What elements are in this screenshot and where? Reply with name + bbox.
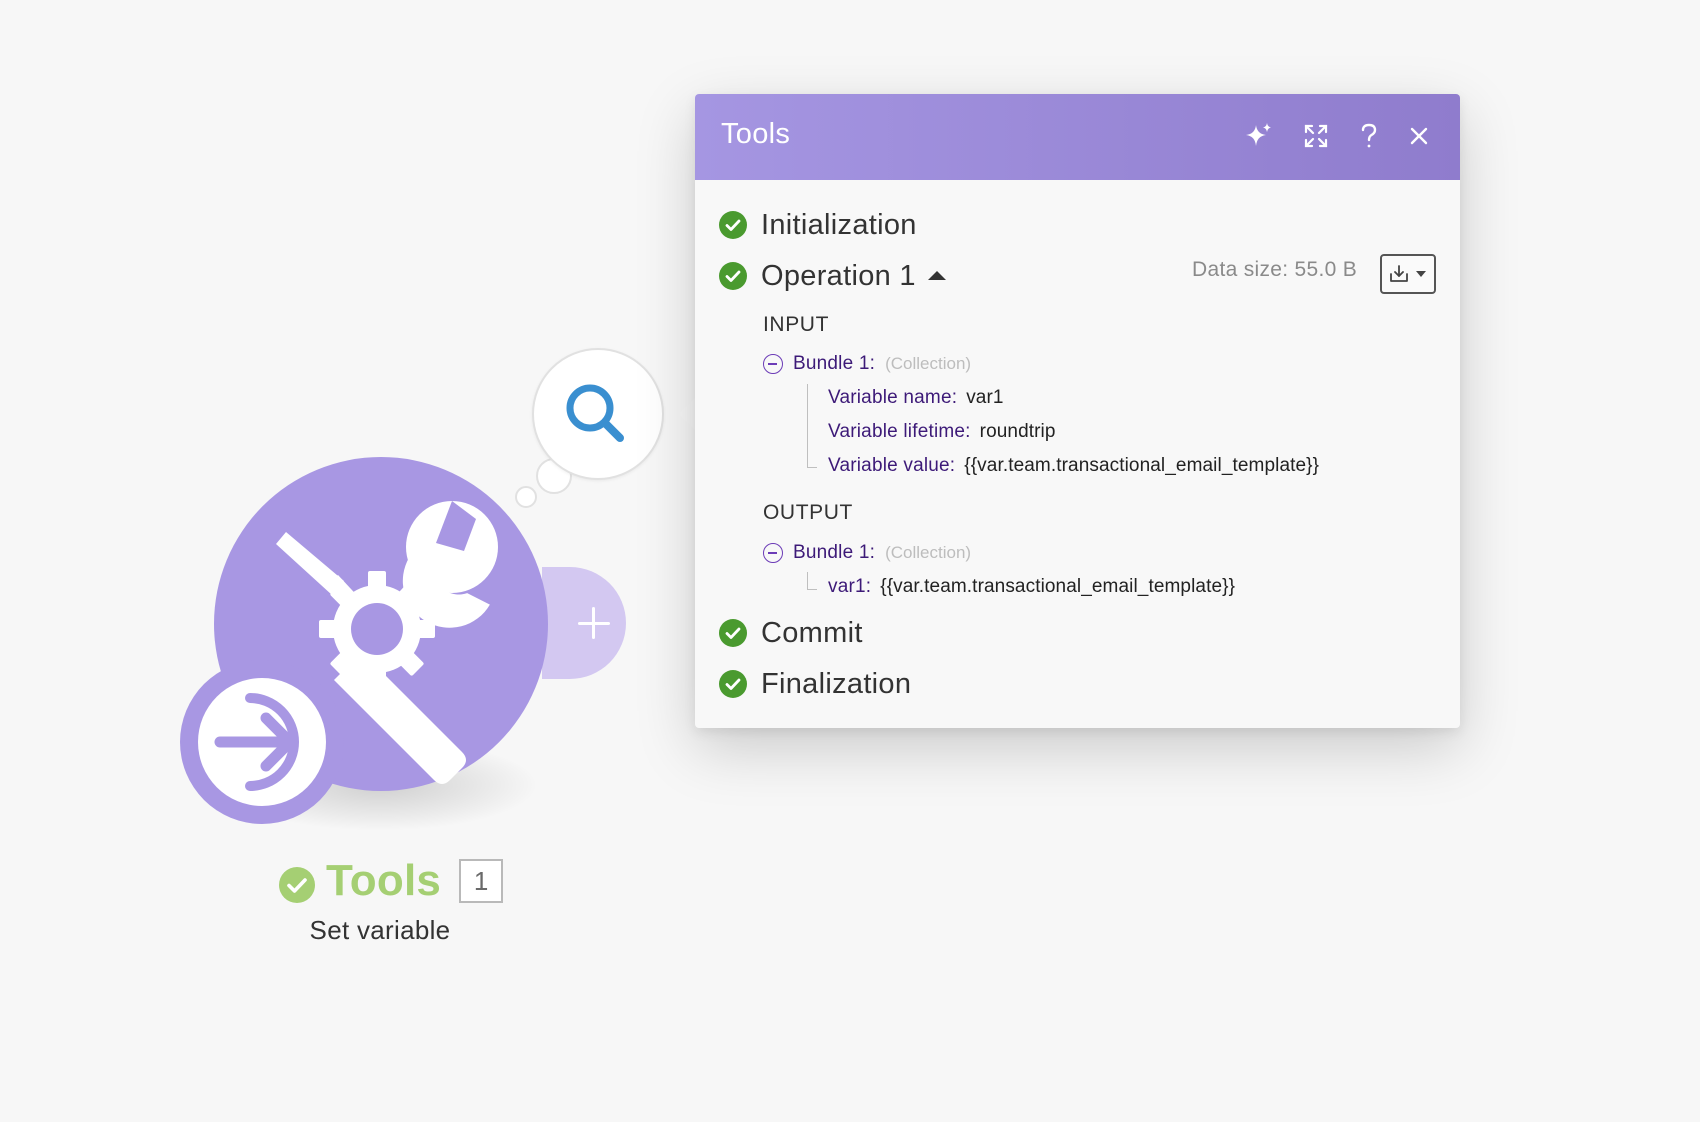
data-size: Data size: 55.0 B [1192, 258, 1358, 281]
tree-line [807, 572, 808, 590]
input-bundle: Bundle 1: (Collection) [763, 350, 971, 378]
field-key: Variable name: [828, 387, 958, 408]
tree-line [807, 384, 808, 468]
phase-initialization: Initialization [719, 207, 917, 243]
module-subtitle: Set variable [309, 915, 451, 945]
collapse-caret-icon[interactable] [927, 270, 946, 280]
sparkle-button[interactable] [1241, 118, 1277, 154]
module-title: Tools [326, 856, 442, 905]
phase-operation[interactable]: Operation 1 [719, 258, 946, 294]
field-key: var1: [828, 576, 872, 597]
bundle-label: Bundle 1: [793, 353, 876, 374]
trigger-badge[interactable] [180, 660, 344, 824]
success-check-icon [719, 670, 747, 698]
panel-title: Tools [721, 118, 791, 150]
download-dropdown-button[interactable] [1380, 254, 1436, 294]
success-check-icon [719, 262, 747, 290]
close-button[interactable] [1401, 118, 1437, 154]
success-check-icon [719, 211, 747, 239]
field-key: Variable lifetime: [828, 421, 971, 442]
download-icon [1390, 265, 1408, 282]
field-variable-value[interactable]: Variable value: {{var.team.transactional… [828, 452, 1319, 480]
inspect-bubble-button[interactable] [532, 348, 664, 480]
field-variable-name[interactable]: Variable name: var1 [828, 384, 1004, 412]
bundle-type: (Collection) [885, 543, 972, 562]
output-bundle: Bundle 1: (Collection) [763, 539, 971, 567]
field-value: {{var.team.transactional_email_template}… [880, 576, 1236, 597]
trigger-icon [198, 678, 326, 806]
phase-label: Operation 1 [761, 259, 916, 292]
field-value: var1 [966, 387, 1004, 408]
bundle-label: Bundle 1: [793, 542, 876, 563]
success-check-icon [719, 619, 747, 647]
panel-header: Tools [695, 94, 1460, 180]
panel-pointer [678, 397, 696, 431]
phase-commit: Commit [719, 615, 863, 651]
bubble-dot [515, 486, 537, 508]
tree-branch [807, 589, 817, 590]
phase-label: Commit [761, 616, 863, 649]
help-icon [1361, 123, 1377, 148]
search-icon [566, 384, 624, 442]
field-key: Variable value: [828, 455, 956, 476]
field-value: roundtrip [979, 421, 1056, 442]
phase-finalization: Finalization [719, 666, 911, 702]
field-variable-lifetime[interactable]: Variable lifetime: roundtrip [828, 418, 1056, 446]
output-heading: OUTPUT [763, 501, 853, 524]
operations-count-badge[interactable]: 1 [459, 859, 504, 903]
phase-label: Initialization [761, 208, 917, 241]
expand-icon [1304, 124, 1328, 148]
chevron-down-icon [1416, 271, 1426, 277]
help-button[interactable] [1351, 118, 1387, 154]
phase-label: Finalization [761, 667, 912, 700]
bundle-type: (Collection) [885, 354, 972, 373]
add-module-button[interactable] [542, 567, 626, 679]
field-value: {{var.team.transactional_email_template}… [964, 455, 1320, 476]
tree-branch [807, 467, 817, 468]
collapse-icon[interactable] [763, 543, 783, 563]
module-label: Tools 1 [278, 855, 504, 907]
close-icon [1410, 127, 1428, 145]
success-check-icon [279, 867, 315, 903]
input-heading: INPUT [763, 313, 829, 336]
sparkle-icon [1246, 123, 1271, 146]
collapse-icon[interactable] [763, 354, 783, 374]
field-var1[interactable]: var1: {{var.team.transactional_email_tem… [828, 573, 1235, 601]
inspector-panel: Tools Initialization Operation 1 Data si… [695, 94, 1460, 728]
expand-button[interactable] [1298, 118, 1334, 154]
